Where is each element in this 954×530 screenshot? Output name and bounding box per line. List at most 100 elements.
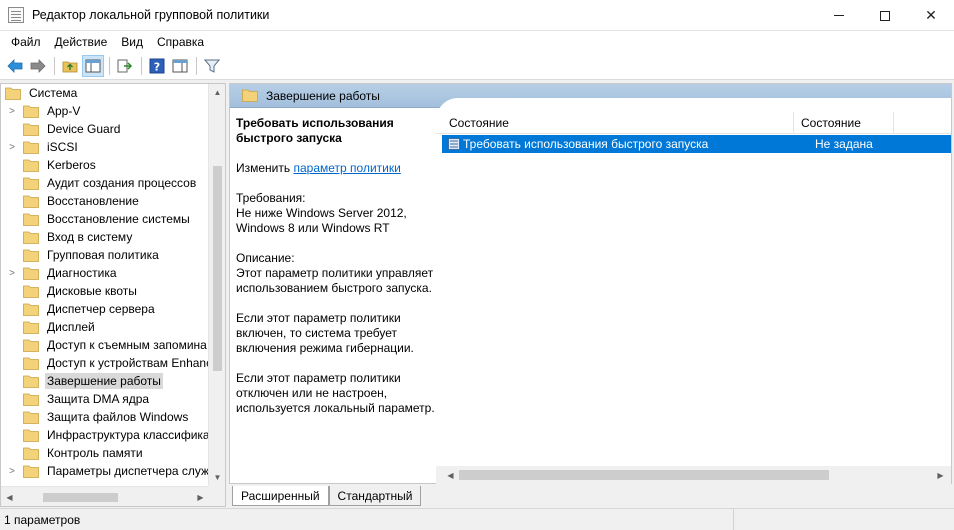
title-bar: Редактор локальной групповой политики ✕ [0,0,954,31]
tree-item[interactable]: Device Guard [1,120,209,138]
tab-extended[interactable]: Расширенный [232,486,329,506]
tree-item[interactable]: Защита файлов Windows [1,408,209,426]
menu-view[interactable]: Вид [114,33,150,51]
folder-icon-wrap [23,411,45,424]
column-header-state[interactable]: Состояние [794,111,894,134]
scroll-left-icon[interactable]: ◀ [1,487,18,507]
tree-item[interactable]: Доступ к съемным запомина [1,336,209,354]
folder-icon [23,195,39,208]
folder-icon [23,249,39,262]
back-arrow-icon [7,59,23,73]
policy-title: Требовать использования быстрого запуска [236,116,394,145]
tree-item[interactable]: Завершение работы [1,372,209,390]
scroll-right-icon[interactable]: ▶ [192,487,209,507]
description-text: Этот параметр политики управляет использ… [236,266,434,295]
tree-item[interactable]: Аудит создания процессов [1,174,209,192]
tree-item[interactable]: Восстановление системы [1,210,209,228]
scroll-down-icon[interactable]: ▼ [209,469,226,486]
folder-icon-wrap [23,339,45,352]
tree-item[interactable]: Защита DMA ядра [1,390,209,408]
help-button[interactable]: ? [146,55,168,77]
tree-item[interactable]: > Параметры диспетчера служ [1,462,209,480]
filter-button[interactable] [201,55,223,77]
help-icon: ? [149,58,165,74]
tree-item[interactable]: Дисплей [1,318,209,336]
folder-icon [23,429,39,442]
tree-item-label: Дисплей [47,320,95,334]
status-text: 1 параметров [0,508,734,530]
view-tabs: Расширенный Стандартный [232,486,422,506]
tree-item-label: Защита файлов Windows [47,410,189,424]
folder-icon [23,105,39,118]
folder-icon-wrap [23,195,45,208]
toolbar-separator [109,57,110,75]
folder-icon-wrap [23,123,45,136]
tree-list: Система > App-V Device Guard > iSCSI Kerberos А… [1,84,209,486]
scroll-thumb[interactable] [459,470,829,480]
tree-item[interactable]: > App-V [1,102,209,120]
extended-view-button[interactable] [169,55,191,77]
back-button[interactable] [4,55,26,77]
filter-icon [204,59,220,73]
folder-icon-wrap [23,249,45,262]
menu-action[interactable]: Действие [48,33,115,51]
maximize-button[interactable] [862,0,908,31]
tree-item-label: Вход в систему [47,230,133,244]
description-disabled: Если этот параметр политики отключен или… [236,371,435,415]
tree-horizontal-scrollbar[interactable]: ◀ ▶ [1,486,209,506]
edit-policy-link[interactable]: параметр политики [293,161,400,175]
tree-item[interactable]: Дисковые квоты [1,282,209,300]
tree-item[interactable]: Восстановление [1,192,209,210]
column-header-setting[interactable]: Состояние [436,111,794,134]
expand-chevron-icon[interactable]: > [5,466,19,477]
folder-icon-wrap [23,447,45,460]
expand-chevron-icon[interactable]: > [5,106,19,117]
tree-item[interactable]: Доступ к устройствам Enhanc [1,354,209,372]
tree-item[interactable]: Вход в систему [1,228,209,246]
expand-chevron-icon[interactable]: > [5,142,19,153]
console-tree[interactable]: Система > App-V Device Guard > iSCSI Kerberos А… [0,83,226,507]
tab-standard[interactable]: Стандартный [328,486,422,506]
table-row[interactable]: Требовать использования быстрого запуска… [442,135,951,153]
folder-icon-wrap [23,465,45,478]
minimize-icon [834,15,844,16]
scroll-right-icon[interactable]: ▶ [932,466,949,484]
toolbar-separator [141,57,142,75]
close-button[interactable]: ✕ [908,0,954,31]
list-horizontal-scrollbar[interactable]: ◀ ▶ [436,466,951,484]
folder-icon-wrap [23,231,45,244]
export-list-button[interactable] [114,55,136,77]
menu-help[interactable]: Справка [150,33,211,51]
folder-icon [23,375,39,388]
tree-item-label: Контроль памяти [47,446,143,460]
folder-icon [23,141,39,154]
tree-item[interactable]: Инфраструктура классифика [1,426,209,444]
show-hide-tree-button[interactable] [82,55,104,77]
scroll-thumb[interactable] [43,493,118,502]
edit-prefix: Изменить [236,161,291,175]
scroll-up-icon[interactable]: ▲ [209,84,226,101]
minimize-button[interactable] [816,0,862,31]
tree-item[interactable]: Kerberos [1,156,209,174]
forward-button[interactable] [27,55,49,77]
tree-item[interactable]: > iSCSI [1,138,209,156]
requirements: Требования: Не ниже Windows Server 2012,… [236,191,436,236]
expand-chevron-icon[interactable]: > [5,268,19,279]
folder-icon [23,447,39,460]
scroll-left-icon[interactable]: ◀ [442,466,459,484]
export-list-icon [117,59,133,73]
tree-item[interactable]: Групповая политика [1,246,209,264]
description-label: Описание: [236,251,295,265]
menu-file[interactable]: Файл [4,33,48,51]
tree-item-label: Доступ к устройствам Enhanc [47,356,209,370]
tree-item[interactable]: Диспетчер сервера [1,300,209,318]
tree-item[interactable]: > Диагностика [1,264,209,282]
scroll-thumb[interactable] [213,166,222,371]
tree-vertical-scrollbar[interactable]: ▲ ▼ [208,84,225,486]
tree-item-label: Аудит создания процессов [47,176,197,190]
tree-item-label: Восстановление системы [47,212,190,226]
folder-icon [23,231,39,244]
tree-item[interactable]: Система [1,84,209,102]
up-level-button[interactable] [59,55,81,77]
tree-item[interactable]: Контроль памяти [1,444,209,462]
